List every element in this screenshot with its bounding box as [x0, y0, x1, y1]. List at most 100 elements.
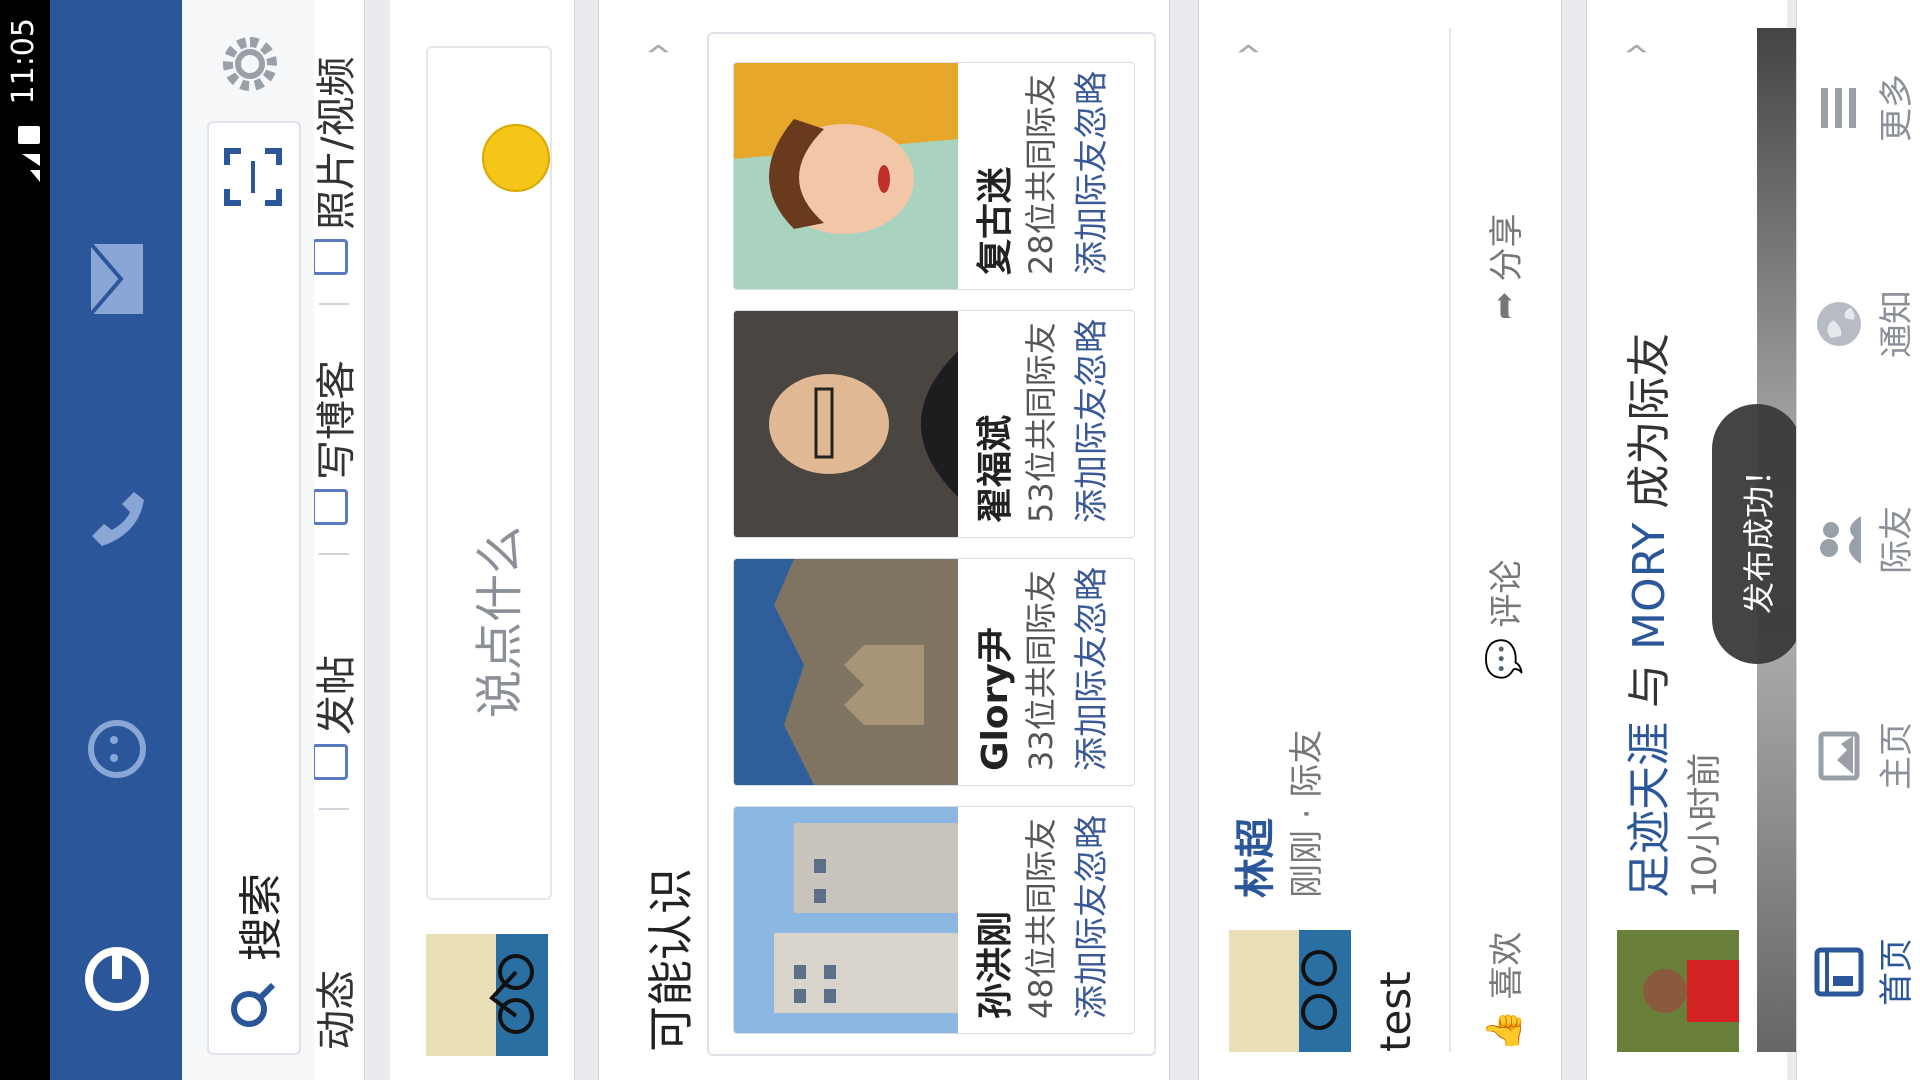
nav-label: 际友	[1877, 506, 1917, 574]
tab-status[interactable]: 动态	[314, 970, 362, 1050]
post-time: 刚刚	[1287, 830, 1327, 898]
chevron-right-icon[interactable]: ›	[629, 43, 683, 56]
story-time: 10小时前	[1685, 752, 1725, 898]
comment-button[interactable]: 💬 评论	[1479, 560, 1528, 680]
search-label: 搜索	[236, 873, 287, 961]
menu-icon	[1821, 88, 1856, 128]
section-title: 可能认识	[644, 868, 698, 1052]
profile-photo	[734, 559, 958, 785]
qr-scan-icon[interactable]	[223, 147, 283, 207]
signal-icon	[18, 126, 40, 182]
story-connector: 与	[1624, 664, 1675, 708]
nav-profile[interactable]: 主页	[1811, 648, 1920, 864]
profile-photo	[734, 807, 958, 1033]
status-bar: 11:05	[0, 0, 50, 1080]
photo-icon	[314, 239, 348, 275]
suggestion-name: Glory尹	[975, 627, 1016, 771]
ignore-button[interactable]: 忽略	[1064, 71, 1113, 139]
top-navigation-bar	[50, 0, 182, 1080]
like-label: 喜欢	[1487, 931, 1527, 1000]
bottom-navigation: 首页 主页 际友 通知 更多	[1796, 0, 1920, 1080]
people-you-may-know: 可能认识 › 孙洪刚 48位共同际友 添加际友 忽略 Glory尹 33位共同际…	[598, 0, 1170, 1080]
share-label: 分享	[1487, 213, 1527, 282]
nav-label: 通知	[1877, 290, 1917, 358]
post-icon	[314, 744, 348, 780]
story-suffix: 成为际友	[1624, 332, 1675, 509]
nav-notifications[interactable]: 通知	[1811, 216, 1920, 432]
ignore-button[interactable]: 忽略	[1064, 815, 1113, 883]
search-row: 搜索	[182, 0, 314, 1080]
tab-blog[interactable]: 写博客	[314, 360, 362, 480]
mutual-friends: 33位共同际友	[1022, 570, 1060, 771]
home-logo-icon[interactable]	[76, 938, 158, 1020]
blog-icon	[314, 489, 348, 525]
nav-home[interactable]: 首页	[1811, 864, 1920, 1080]
divider	[319, 303, 349, 305]
search-input[interactable]: 搜索	[207, 121, 301, 1055]
avatar[interactable]	[1617, 930, 1739, 1052]
nav-label: 首页	[1877, 938, 1917, 1006]
suggestion-cards: 孙洪刚 48位共同际友 添加际友 忽略 Glory尹 33位共同际友 添加际友 …	[707, 32, 1156, 1056]
post-audience: 际友	[1287, 729, 1327, 798]
search-icon	[231, 982, 276, 1027]
add-friend-button[interactable]: 添加际友	[1064, 635, 1113, 771]
globe-icon	[1817, 302, 1861, 346]
suggestion-card[interactable]: Glory尹 33位共同际友 添加际友 忽略	[733, 558, 1135, 786]
gear-icon[interactable]	[212, 26, 288, 102]
add-friend-button[interactable]: 添加际友	[1064, 387, 1113, 523]
like-icon: 👍	[1483, 1009, 1524, 1052]
profile-photo	[734, 63, 958, 289]
suggestion-name: 孙洪刚	[975, 910, 1016, 1019]
chevron-right-icon[interactable]: ›	[1219, 43, 1273, 56]
emoji-icon[interactable]	[482, 124, 550, 192]
nav-friends[interactable]: 际友	[1811, 432, 1920, 648]
suggestion-name: 翟福斌	[975, 414, 1016, 523]
tab-photo-video[interactable]: 照片/视频	[314, 57, 362, 230]
post-author[interactable]: 林超	[1223, 818, 1281, 898]
meta-dot: ·	[1287, 808, 1327, 820]
mutual-friends: 28位共同际友	[1022, 74, 1060, 275]
nav-label: 主页	[1877, 722, 1917, 790]
add-friend-button[interactable]: 添加际友	[1064, 139, 1113, 275]
ignore-button[interactable]: 忽略	[1064, 319, 1113, 387]
toast-message: 发布成功！	[1712, 404, 1802, 664]
image-icon	[1818, 731, 1860, 781]
mail-icon[interactable]	[76, 238, 158, 320]
composer-tabs: 动态 发帖 写博客 照片/视频	[314, 0, 365, 1080]
nav-more[interactable]: 更多	[1811, 0, 1920, 216]
story-person-link[interactable]: 足迹天涯	[1624, 722, 1675, 898]
add-friend-button[interactable]: 添加际友	[1064, 883, 1113, 1019]
status-input[interactable]: 说点什么	[426, 46, 552, 900]
share-icon: ➦	[1483, 291, 1524, 321]
phone-icon[interactable]	[76, 478, 158, 560]
chevron-right-icon[interactable]: ›	[1607, 43, 1661, 56]
suggestion-card[interactable]: 孙洪刚 48位共同际友 添加际友 忽略	[733, 806, 1135, 1034]
divider	[319, 553, 349, 555]
suggestion-card[interactable]: 复古迷 28位共同际友 添加际友 忽略	[733, 62, 1135, 290]
status-input-placeholder: 说点什么	[472, 525, 528, 718]
profile-photo	[734, 311, 958, 537]
avatar[interactable]	[426, 934, 548, 1056]
tab-post[interactable]: 发帖	[314, 655, 362, 735]
ignore-button[interactable]: 忽略	[1064, 567, 1113, 635]
post-composer: 说点什么	[390, 0, 575, 1080]
story-headline: 足迹天涯 与 MORY 成为际友	[1613, 333, 1677, 898]
post-text: test	[1371, 971, 1420, 1052]
comment-icon: 💬	[1483, 637, 1524, 680]
suggestion-card[interactable]: 翟福斌 53位共同际友 添加际友 忽略	[733, 310, 1135, 538]
divider	[319, 808, 349, 810]
post-meta: 刚刚 · 际友	[1279, 730, 1328, 898]
clock: 11:05	[6, 18, 41, 105]
share-button[interactable]: ➦ 分享	[1479, 214, 1528, 321]
nav-label: 更多	[1877, 74, 1917, 142]
avatar[interactable]	[1229, 930, 1351, 1052]
story-person-link[interactable]: MORY	[1624, 523, 1675, 650]
mutual-friends: 53位共同际友	[1022, 322, 1060, 523]
like-button[interactable]: 👍 喜欢	[1479, 932, 1528, 1052]
comment-label: 评论	[1487, 559, 1527, 628]
mutual-friends: 48位共同际友	[1022, 818, 1060, 1019]
divider	[1449, 28, 1451, 1052]
feed-post: 林超 刚刚 · 际友 › test 👍 喜欢 💬 评论 ➦ 分享	[1198, 0, 1562, 1080]
app-screen: 11:05 搜索 动态 发帖 写博客 照片/视频 说点什么 可能认识 › 孙洪刚…	[0, 0, 1920, 1080]
chat-icon[interactable]	[76, 708, 158, 790]
